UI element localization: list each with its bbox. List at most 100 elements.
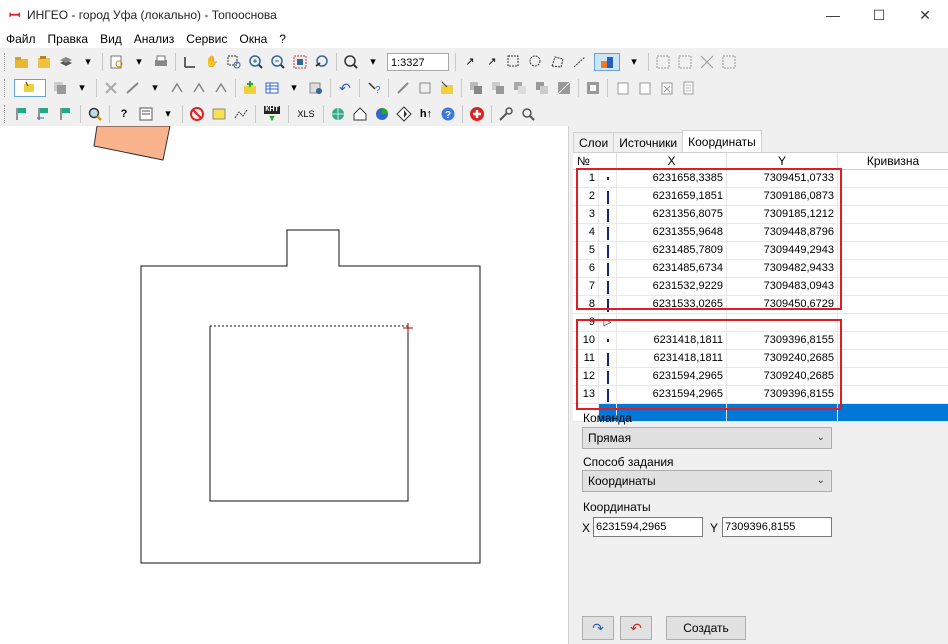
prohibit-icon[interactable] bbox=[189, 106, 205, 122]
building-outline[interactable] bbox=[140, 229, 481, 564]
draw-line-icon[interactable] bbox=[125, 80, 141, 96]
curvature-cell[interactable] bbox=[838, 314, 948, 331]
y-cell[interactable]: 7309396,8155 bbox=[727, 332, 838, 349]
row-number[interactable]: 7 bbox=[573, 278, 599, 295]
knt-download-icon[interactable]: КНТ ▼ bbox=[262, 105, 282, 122]
table-row[interactable]: 13 6231594,2965 7309396,8155 bbox=[573, 386, 948, 404]
x-cell[interactable] bbox=[617, 314, 727, 331]
dropdown-arrow-icon[interactable]: ▾ bbox=[131, 54, 147, 70]
table-icon[interactable] bbox=[264, 80, 280, 96]
document-icon[interactable] bbox=[680, 80, 696, 96]
y-cell[interactable]: 7309482,9433 bbox=[727, 260, 838, 277]
delete-object-icon[interactable] bbox=[103, 80, 119, 96]
table-row[interactable]: 12 6231594,2965 7309240,2685 bbox=[573, 368, 948, 386]
subtract-icon[interactable] bbox=[512, 80, 528, 96]
scale-input[interactable]: 1:3327 bbox=[387, 52, 449, 71]
row-number[interactable]: 5 bbox=[573, 242, 599, 259]
x-coordinate-input[interactable]: 6231594,2965 bbox=[593, 517, 703, 537]
x-cell[interactable]: 6231658,3385 bbox=[617, 170, 727, 187]
row-number[interactable]: 10 bbox=[573, 332, 599, 349]
row-number[interactable]: 11 bbox=[573, 350, 599, 367]
close-button[interactable]: ✕ bbox=[902, 0, 948, 30]
group-icon[interactable] bbox=[655, 54, 671, 70]
y-cell[interactable]: 7309450,6729 bbox=[727, 296, 838, 313]
height-icon[interactable]: h↑ bbox=[418, 106, 434, 122]
curvature-cell[interactable] bbox=[838, 386, 948, 403]
curvature-cell[interactable] bbox=[838, 260, 948, 277]
union-icon[interactable] bbox=[468, 80, 484, 96]
intersect-icon[interactable] bbox=[490, 80, 506, 96]
layers-icon[interactable] bbox=[58, 54, 74, 70]
curvature-cell[interactable] bbox=[838, 332, 948, 349]
table-row[interactable]: 5 6231485,7809 7309449,2943 bbox=[573, 242, 948, 260]
y-coordinate-input[interactable]: 7309396,8155 bbox=[722, 517, 832, 537]
snap-icon[interactable] bbox=[417, 80, 433, 96]
select-line-icon[interactable] bbox=[572, 54, 588, 70]
search-settings-icon[interactable] bbox=[520, 106, 536, 122]
row-number[interactable]: 3 bbox=[573, 206, 599, 223]
table-row[interactable]: 11 6231418,1811 7309240,2685 bbox=[573, 350, 948, 368]
color-style-icon[interactable] bbox=[594, 52, 620, 71]
x-cell[interactable]: 6231355,9648 bbox=[617, 224, 727, 241]
method-select[interactable]: Координаты ⌄ bbox=[582, 470, 832, 492]
pan-hand-icon[interactable]: ✋ bbox=[204, 54, 220, 70]
table-row[interactable]: 8 6231533,0265 7309450,6729 bbox=[573, 296, 948, 314]
parcel-polygon[interactable] bbox=[93, 126, 171, 161]
header-curvature[interactable]: Кривизна bbox=[838, 153, 948, 169]
report-icon[interactable] bbox=[138, 106, 154, 122]
header-number[interactable]: № bbox=[573, 153, 617, 169]
tab-sources[interactable]: Источники bbox=[613, 132, 684, 152]
navigate-icon[interactable] bbox=[396, 105, 412, 122]
select-circle-icon[interactable] bbox=[528, 54, 544, 70]
select-add-icon[interactable]: ↗ bbox=[484, 54, 500, 70]
split-icon[interactable] bbox=[721, 54, 737, 70]
table-row[interactable]: 7 6231532,9229 7309483,0943 bbox=[573, 278, 948, 296]
new-object-icon[interactable] bbox=[242, 80, 258, 96]
label-add-icon[interactable] bbox=[614, 80, 630, 96]
table-row[interactable]: 9 ▷ bbox=[573, 314, 948, 332]
curvature-cell[interactable] bbox=[838, 350, 948, 367]
menu-windows[interactable]: Окна bbox=[233, 30, 273, 48]
attach-icon[interactable] bbox=[439, 80, 455, 96]
pie-icon[interactable] bbox=[374, 106, 390, 122]
row-number[interactable]: 12 bbox=[573, 368, 599, 385]
axes-icon[interactable] bbox=[182, 54, 198, 70]
merge-icon[interactable] bbox=[699, 54, 715, 70]
row-number[interactable]: 13 bbox=[573, 386, 599, 403]
globe-icon[interactable] bbox=[330, 106, 346, 122]
command-select[interactable]: Прямая ⌄ bbox=[582, 427, 832, 449]
y-cell[interactable]: 7309185,1212 bbox=[727, 206, 838, 223]
x-cell[interactable]: 6231659,1851 bbox=[617, 188, 727, 205]
menu-file[interactable]: Файл bbox=[0, 30, 42, 48]
menu-service[interactable]: Сервис bbox=[180, 30, 233, 48]
curvature-cell[interactable] bbox=[838, 368, 948, 385]
menu-view[interactable]: Вид bbox=[94, 30, 128, 48]
y-cell[interactable]: 7309240,2685 bbox=[727, 368, 838, 385]
label-delete-icon[interactable] bbox=[658, 80, 674, 96]
y-cell[interactable]: 7309449,2943 bbox=[727, 242, 838, 259]
search-icon[interactable] bbox=[87, 106, 103, 122]
dropdown-arrow-icon[interactable]: ▾ bbox=[365, 54, 381, 70]
undo-button[interactable]: ↶ bbox=[620, 616, 652, 640]
curvature-cell[interactable] bbox=[838, 170, 948, 187]
info-icon[interactable]: ? bbox=[366, 80, 382, 96]
create-button[interactable]: Создать bbox=[666, 616, 746, 640]
row-number[interactable]: 6 bbox=[573, 260, 599, 277]
print-icon[interactable] bbox=[153, 54, 169, 70]
curvature-cell[interactable] bbox=[838, 242, 948, 259]
table-row[interactable]: 4 6231355,9648 7309448,8796 bbox=[573, 224, 948, 242]
x-cell[interactable]: 6231356,8075 bbox=[617, 206, 727, 223]
open-map-icon[interactable] bbox=[36, 54, 52, 70]
menu-edit[interactable]: Правка bbox=[42, 30, 95, 48]
redo-button[interactable]: ↷ bbox=[582, 616, 614, 640]
medical-cross-icon[interactable] bbox=[469, 106, 485, 122]
x-cell[interactable]: 6231418,1811 bbox=[617, 350, 727, 367]
curvature-cell[interactable] bbox=[838, 206, 948, 223]
measure-icon[interactable] bbox=[233, 106, 249, 122]
cut-icon[interactable] bbox=[395, 80, 411, 96]
row-number[interactable]: 8 bbox=[573, 296, 599, 313]
inner-contour[interactable] bbox=[209, 325, 409, 502]
copy-object-icon[interactable] bbox=[52, 80, 68, 96]
x-cell[interactable]: 6231594,2965 bbox=[617, 386, 727, 403]
select-arrow-icon[interactable]: ↗ bbox=[462, 54, 478, 70]
